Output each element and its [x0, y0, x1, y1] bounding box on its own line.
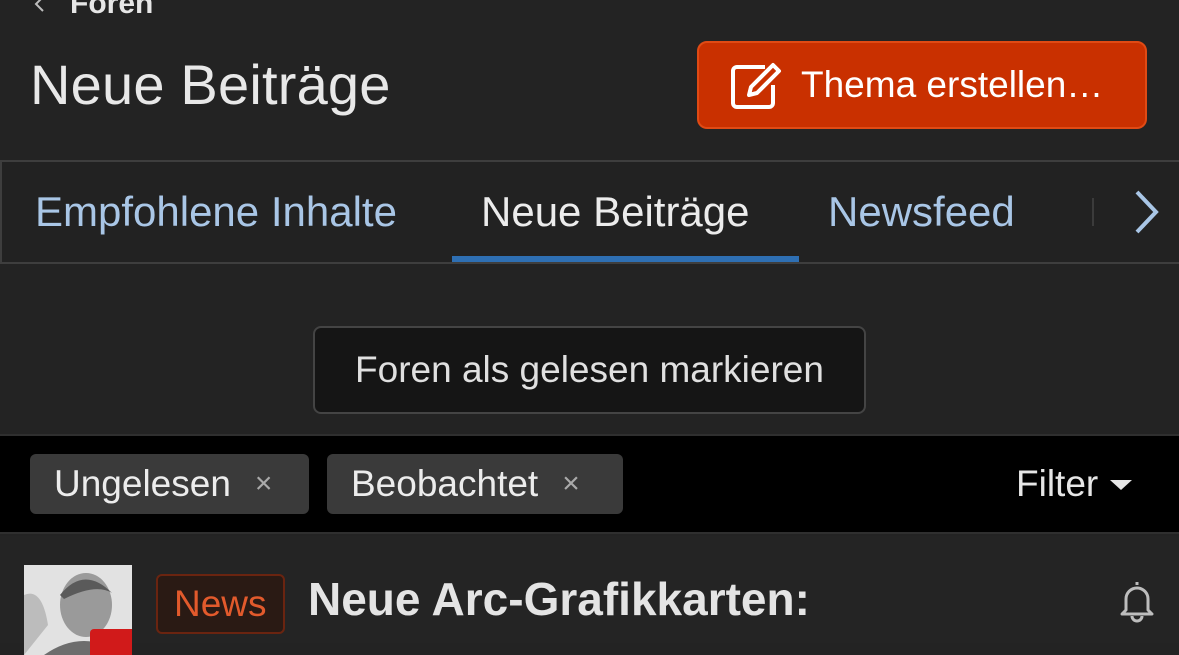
avatar[interactable]: [24, 565, 132, 655]
filter-dropdown-button[interactable]: Filter: [1016, 454, 1133, 514]
create-thread-button[interactable]: Thema erstellen…: [697, 41, 1147, 129]
caret-down-icon: [1110, 480, 1133, 490]
filter-label: Filter: [1016, 463, 1099, 504]
close-icon[interactable]: ×: [562, 469, 580, 499]
tab-divider: [1092, 198, 1094, 226]
breadcrumb-parent-link[interactable]: Foren: [70, 0, 153, 21]
create-thread-label: Thema erstellen…: [801, 64, 1104, 105]
tab-empfohlene-inhalte[interactable]: Empfohlene Inhalte: [35, 162, 397, 262]
filter-chip-watched[interactable]: Beobachtet ×: [327, 454, 623, 514]
thread-row[interactable]: News Neue Arc-Grafikkarten:: [0, 536, 1179, 655]
active-tab-indicator: [452, 256, 799, 262]
tab-neue-beitraege[interactable]: Neue Beiträge: [481, 162, 750, 262]
chevron-right-icon: [1135, 190, 1159, 234]
filter-bar: Ungelesen × Beobachtet × Filter: [0, 434, 1179, 534]
tab-bar: Empfohlene Inhalte Neue Beiträge Newsfee…: [0, 160, 1179, 264]
tabs-scroll-right-button[interactable]: [1120, 180, 1172, 244]
status-badge: [90, 629, 132, 655]
chevron-left-icon: [34, 0, 44, 12]
edit-icon: [729, 61, 783, 109]
tab-newsfeed[interactable]: Newsfeed: [828, 162, 1015, 262]
thread-title[interactable]: Neue Arc-Grafikkarten:: [308, 572, 810, 626]
thread-prefix-badge[interactable]: News: [156, 574, 285, 634]
close-icon[interactable]: ×: [255, 469, 273, 499]
bell-icon[interactable]: [1114, 578, 1160, 624]
filter-chip-label: Ungelesen: [54, 463, 231, 504]
mark-forums-read-button[interactable]: Foren als gelesen markieren: [313, 326, 866, 414]
filter-chip-label: Beobachtet: [351, 463, 539, 504]
page-title: Neue Beiträge: [30, 53, 391, 116]
filter-chip-unread[interactable]: Ungelesen ×: [30, 454, 309, 514]
breadcrumb[interactable]: Foren: [32, 0, 153, 24]
